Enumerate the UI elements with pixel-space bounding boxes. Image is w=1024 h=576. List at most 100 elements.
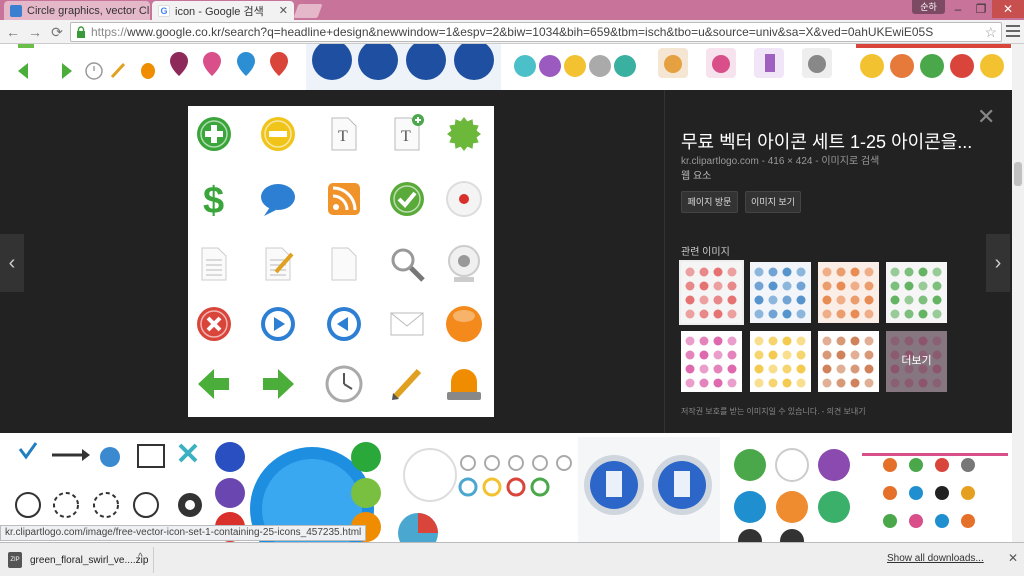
blue-buttons-thumbnail [306,44,501,90]
scrollbar-thumb[interactable] [1014,162,1022,186]
maximize-button[interactable]: ❐ [970,0,992,18]
visit-page-button[interactable]: 페이지 방문 [681,191,738,213]
related-image-thumbnail[interactable] [750,331,811,392]
minus-icon [261,117,295,151]
colorful-icons-thumbnail [856,44,1011,78]
previous-image-button[interactable]: ‹ [0,234,24,292]
record-icon [446,181,482,217]
icon-set-thumbnail [18,44,155,80]
edit-document-icon [265,247,294,281]
related-image-art [685,267,737,319]
related-image-art [890,267,942,319]
result-thumbnail[interactable] [652,44,848,90]
tab-circle-graphics[interactable]: Circle graphics, vector Cli ✕ [4,1,150,20]
related-image-thumbnail[interactable] [818,331,879,392]
next-image-button[interactable]: › [986,234,1010,292]
browser-toolbar: ← → ⟳ https://www.google.co.kr/search?q=… [0,20,1024,44]
preview-pointer [75,174,89,181]
related-image-art [754,267,806,319]
show-all-downloads-link[interactable]: Show all downloads... [887,553,984,564]
page-scrollbar[interactable] [1012,44,1024,542]
close-downloads-icon[interactable]: ✕ [1008,551,1018,565]
image-preview-panel: ‹ › T T $ ✕ 무료 벡터 아이콘 세트 1-25 아이콘을... kr.c… [0,90,1024,433]
svg-text:T: T [401,128,411,145]
back-button[interactable]: ← [4,23,22,41]
image-icon [10,4,22,17]
result-thumbnail[interactable] [722,437,858,543]
infographic-circles-thumbnail [398,448,572,543]
view-image-button[interactable]: 이미지 보기 [745,191,801,213]
tab-strip: Circle graphics, vector Cli ✕ G icon - G… [0,0,1024,20]
results-row-top [0,44,1024,90]
related-image-art [685,336,737,388]
reload-button[interactable]: ⟳ [48,23,66,41]
chrome-menu-icon[interactable] [1006,25,1020,37]
clock-icon [325,365,363,403]
url-scheme: https:// [91,25,128,39]
status-url-bubble: kr.clipartlogo.com/image/free-vector-ico… [0,525,367,541]
result-thumbnail[interactable] [162,44,297,90]
svg-text:T: T [338,128,348,145]
address-bar[interactable]: https://www.google.co.kr/search?q=headli… [70,22,1002,42]
alarm-light-icon [447,369,481,400]
result-thumbnail[interactable] [306,44,501,90]
object-icons-thumbnail [658,48,832,78]
related-images-label: 관련 이미지 [681,247,730,258]
browser-window: Circle graphics, vector Cli ✕ G icon - G… [0,0,1024,576]
preview-meta: kr.clipartlogo.com - 416 × 424 - 이미지로 검색 [681,156,880,167]
result-thumbnail[interactable] [856,44,1011,90]
blank-page-icon [331,247,357,281]
lock-icon [77,26,85,38]
preview-info: 무료 벡터 아이콘 세트 1-25 아이콘을... kr.clipartlogo… [664,90,984,433]
download-menu-icon[interactable]: ^ [138,552,143,563]
text-add-icon: T [394,114,424,151]
tab-google-search[interactable]: G icon - Google 검색 ✕ [152,1,294,20]
plus-icon [197,117,231,151]
url-text: www.google.co.kr/search?q=headline+desig… [127,25,934,39]
more-related-label: 더보기 [886,331,947,392]
pencil-icon [392,368,422,400]
mail-icon [390,312,424,336]
arrow-buttons-thumbnail [862,453,1008,528]
document-icon [201,247,227,281]
flat-icons-thumbnail [734,448,850,543]
bookmark-star-icon[interactable]: ☆ [984,23,997,41]
download-item[interactable]: ZIP green_floral_swirl_ve....zip ^ [4,547,154,573]
related-image-thumbnail[interactable] [886,262,947,323]
result-thumbnail[interactable] [388,437,576,543]
profile-button[interactable]: 순하 [912,0,945,14]
preview-image[interactable]: T T $ [188,106,494,417]
minimize-button[interactable]: – [946,0,970,18]
map-pin-thumbnail [170,52,288,76]
download-filename: green_floral_swirl_ve....zip [30,555,149,566]
related-image-thumbnail[interactable] [750,262,811,323]
people-circles-thumbnail [514,55,636,77]
related-image-art [822,336,874,388]
preview-title[interactable]: 무료 벡터 아이콘 세트 1-25 아이콘을... [681,128,981,154]
seal-icon [447,117,481,151]
google-icon: G [158,4,170,17]
tab-title: icon - Google 검색 [175,5,264,18]
related-image-thumbnail[interactable] [681,331,742,392]
new-tab-button[interactable] [293,4,323,18]
related-image-thumbnail[interactable] [679,260,744,325]
check-icon [390,182,424,216]
result-thumbnail[interactable] [578,437,720,543]
arrow-right-icon [263,369,294,399]
arrow-left-icon [198,369,229,399]
svg-text:$: $ [203,180,224,222]
result-thumbnail[interactable] [10,44,155,90]
result-thumbnail[interactable] [862,437,1008,543]
related-image-art [754,336,806,388]
close-tab-icon[interactable]: ✕ [273,4,288,17]
dollar-icon: $ [203,180,224,222]
related-image-thumbnail[interactable] [818,262,879,323]
webcam-icon [448,245,480,282]
related-image-thumbnail[interactable]: 더보기 [886,331,947,392]
play-icon [261,307,295,341]
tab-title: Circle graphics, vector Cli [27,4,150,17]
close-window-button[interactable]: ✕ [992,0,1024,18]
result-thumbnail[interactable] [508,44,643,90]
forward-button[interactable]: → [26,23,44,41]
related-image-art [822,267,874,319]
